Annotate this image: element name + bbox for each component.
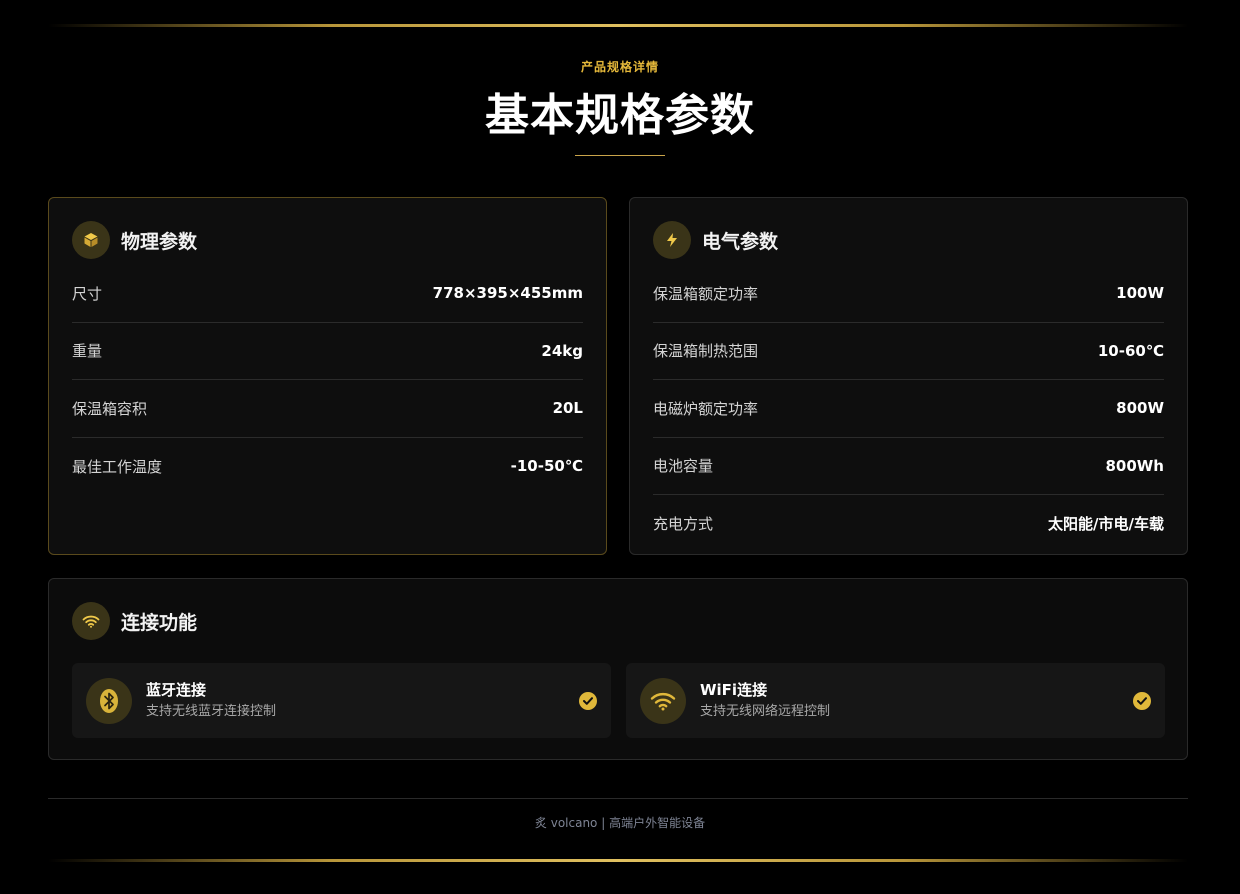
spec-label: 最佳工作温度: [72, 457, 163, 476]
bottom-gold-divider: [48, 859, 1188, 862]
electric-params-list: 保温箱额定功率 100W 保温箱制热范围 10-60℃ 电磁炉额定功率 800W…: [653, 265, 1164, 553]
spec-row-temperature: 最佳工作温度 -10-50℃: [72, 438, 583, 496]
check-circle-icon: [579, 691, 597, 710]
spec-value: 778×395×455mm: [432, 284, 583, 303]
spec-row-heating-range: 保温箱制热范围 10-60℃: [653, 323, 1164, 380]
check-circle-icon: [1133, 691, 1151, 710]
physical-params-title: 物理参数: [121, 230, 198, 253]
connectivity-header: 连接功能: [72, 602, 197, 640]
footer-divider: [48, 798, 1188, 799]
spec-value: -10-50℃: [510, 457, 583, 476]
feature-text: WiFi连接 支持无线网络远程控制: [700, 680, 1133, 721]
spec-value: 10-60℃: [1097, 341, 1164, 360]
spec-row-charging: 充电方式 太阳能/市电/车载: [653, 495, 1164, 553]
spec-label: 重量: [72, 342, 103, 361]
connectivity-card: 连接功能 蓝牙连接 支持无线蓝牙连接控制 WiFi连接 支持无线网络远程控制: [48, 578, 1188, 760]
electric-params-card: 电气参数 保温箱额定功率 100W 保温箱制热范围 10-60℃ 电磁炉额定功率…: [629, 197, 1188, 555]
spec-value: 100W: [1116, 284, 1164, 303]
feature-description: 支持无线蓝牙连接控制: [146, 704, 277, 719]
spec-row-box-power: 保温箱额定功率 100W: [653, 265, 1164, 323]
spec-row-weight: 重量 24kg: [72, 323, 583, 380]
feature-bluetooth: 蓝牙连接 支持无线蓝牙连接控制: [72, 663, 611, 738]
spec-label: 充电方式: [653, 515, 714, 534]
box-icon: [72, 221, 110, 259]
electric-params-title: 电气参数: [702, 230, 779, 253]
spec-value: 800Wh: [1105, 456, 1164, 475]
physical-params-header: 物理参数: [72, 221, 197, 259]
title-underline: [575, 155, 665, 156]
spec-label: 电磁炉额定功率: [653, 399, 759, 418]
physical-params-list: 尺寸 778×395×455mm 重量 24kg 保温箱容积 20L 最佳工作温…: [72, 265, 583, 495]
feature-description: 支持无线网络远程控制: [700, 704, 831, 719]
electric-params-header: 电气参数: [653, 221, 778, 259]
spec-row-cooker-power: 电磁炉额定功率 800W: [653, 380, 1164, 438]
spec-label: 尺寸: [72, 284, 103, 303]
page-title: 基本规格参数: [485, 90, 755, 141]
feature-title: WiFi连接: [700, 681, 768, 699]
page-eyebrow: 产品规格详情: [580, 60, 659, 74]
page-header: 产品规格详情 基本规格参数: [0, 58, 1240, 156]
spec-row-size: 尺寸 778×395×455mm: [72, 265, 583, 323]
feature-title: 蓝牙连接: [146, 681, 207, 699]
spec-label: 电池容量: [653, 457, 714, 476]
spec-value: 太阳能/市电/车载: [1048, 515, 1164, 534]
spec-row-battery: 电池容量 800Wh: [653, 438, 1164, 495]
bluetooth-icon: [86, 677, 132, 724]
connectivity-title: 连接功能: [121, 611, 198, 634]
spec-row-volume: 保温箱容积 20L: [72, 380, 583, 438]
spec-label: 保温箱额定功率: [653, 284, 759, 303]
bolt-icon: [653, 221, 691, 259]
feature-wifi: WiFi连接 支持无线网络远程控制: [626, 663, 1165, 738]
spec-value: 24kg: [541, 341, 583, 360]
physical-params-card: 物理参数 尺寸 778×395×455mm 重量 24kg 保温箱容积 20L …: [48, 197, 607, 555]
wifi-icon: [640, 677, 686, 724]
top-gold-divider: [48, 24, 1188, 27]
spec-value: 20L: [552, 399, 583, 418]
wifi-icon: [72, 602, 110, 640]
spec-label: 保温箱制热范围: [653, 342, 759, 361]
footer-text: 炙 volcano | 高端户外智能设备: [534, 816, 706, 830]
spec-value: 800W: [1116, 399, 1164, 418]
feature-text: 蓝牙连接 支持无线蓝牙连接控制: [146, 680, 579, 721]
spec-label: 保温箱容积: [72, 399, 148, 418]
